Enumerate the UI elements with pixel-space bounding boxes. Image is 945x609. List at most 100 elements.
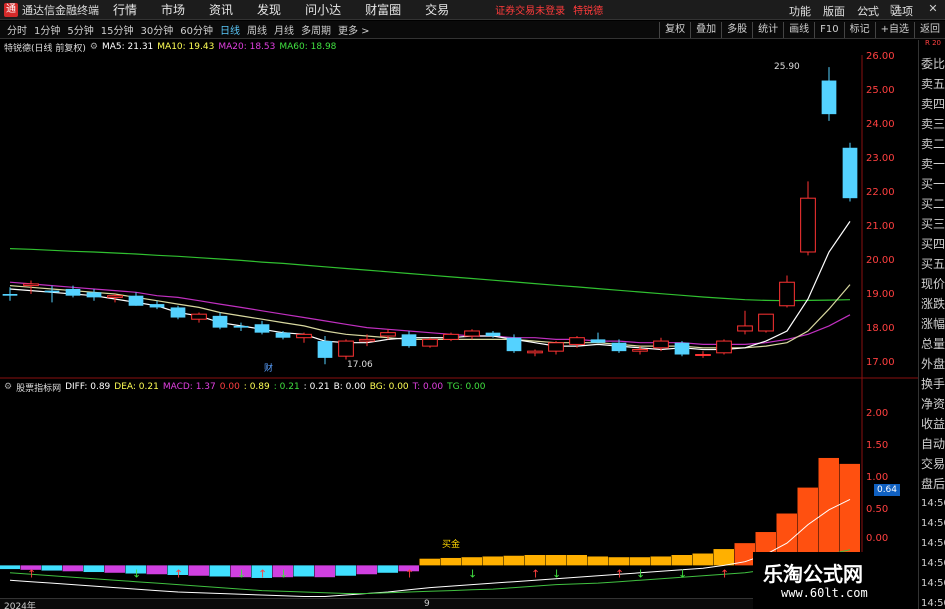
menu-quotes[interactable]: 行情	[113, 1, 137, 18]
candle-body-up	[359, 338, 375, 342]
side-item[interactable]: 涨幅	[919, 314, 945, 334]
candle-body-down	[611, 342, 627, 352]
period-more[interactable]: 更多 >	[338, 22, 370, 37]
up-arrow-icon: ↑	[405, 567, 414, 580]
mark-button[interactable]: 标记	[843, 22, 875, 38]
time-axis-month: 9	[424, 599, 430, 609]
side-item[interactable]: 自动	[919, 434, 945, 454]
candle-body-up	[422, 338, 438, 347]
candle-body-up	[191, 313, 207, 320]
ind-value-1: 0.00	[219, 382, 240, 392]
macd-bar	[314, 565, 335, 578]
period-multi[interactable]: 多周期	[301, 22, 331, 37]
period-intraday[interactable]: 分时	[7, 22, 27, 37]
period-1min[interactable]: 1分钟	[34, 22, 60, 37]
side-item[interactable]: 买四	[919, 234, 945, 254]
side-item[interactable]: 交易	[919, 454, 945, 474]
menu-wealth[interactable]: 财富圈	[365, 1, 401, 18]
adjust-button[interactable]: 复权	[659, 22, 690, 38]
chart-area[interactable]: ↓ ↓ ↓ ↓ ↓ ↓ ↓ ↑ ↑ ↑ ↑ ↑ ↑ ↑ 财 25.90 17.06 买金	[0, 55, 918, 599]
candle-body-down	[842, 147, 858, 199]
ma20-value: MA20: 18.53	[218, 42, 276, 52]
app-title: 通达信金融终端	[22, 3, 99, 17]
side-item[interactable]: 买二	[919, 194, 945, 214]
close-icon[interactable]: ✕	[926, 2, 940, 16]
price-axis-label: 23.00	[866, 153, 895, 164]
menu-layout[interactable]: 版面	[823, 3, 845, 19]
macd-bar	[0, 565, 20, 570]
menu-discover[interactable]: 发现	[257, 1, 281, 18]
candle-body-up	[380, 332, 396, 337]
side-item[interactable]: 卖五	[919, 74, 945, 94]
back-button[interactable]: 返回	[914, 22, 945, 38]
candle-body-up	[716, 340, 732, 354]
side-item[interactable]: 涨跌	[919, 294, 945, 314]
macd-bar	[503, 555, 524, 566]
main-chart-info: 特锐德(日线 前复权) ⚙ MA5: 21.31 MA10: 19.43 MA2…	[0, 40, 336, 54]
indicator-settings-icon[interactable]: ⚙	[4, 382, 12, 392]
period-15min[interactable]: 15分钟	[101, 22, 134, 37]
candle-body-down	[590, 339, 606, 343]
price-axis-label: 18.00	[866, 323, 895, 334]
indicator-axis-label: 0.50	[866, 504, 889, 515]
period-60min[interactable]: 60分钟	[180, 22, 213, 37]
up-arrow-icon: ↑	[720, 567, 729, 580]
maximize-icon[interactable]: □	[888, 2, 902, 16]
side-item[interactable]: 买三	[919, 214, 945, 234]
macd-bar	[650, 556, 671, 566]
trade-login-warning[interactable]: 证券交易未登录	[495, 2, 565, 17]
ind-value-4: : 0.21	[303, 382, 330, 392]
multi-stock-button[interactable]: 多股	[721, 22, 752, 38]
price-axis-label: 22.00	[866, 187, 895, 198]
side-item[interactable]: 现价	[919, 274, 945, 294]
candle-body-up	[23, 283, 39, 287]
overlay-button[interactable]: 叠加	[690, 22, 721, 38]
f10-button[interactable]: F10	[814, 22, 843, 38]
ind-value-2: : 0.89	[243, 382, 270, 392]
up-arrow-icon: ↑	[258, 567, 267, 580]
side-item[interactable]: 收益	[919, 414, 945, 434]
down-arrow-icon: ↓	[636, 567, 645, 580]
macd-bar	[545, 555, 566, 566]
candle-body-up	[632, 348, 648, 352]
add-watchlist-button[interactable]: +自选	[874, 22, 914, 38]
indicator-title[interactable]: 股票指标网	[16, 381, 61, 394]
candle-body-up	[779, 281, 795, 307]
side-item[interactable]: 买一	[919, 174, 945, 194]
macd-bar	[293, 565, 314, 577]
side-item[interactable]: 换手	[919, 374, 945, 394]
candle-body-up	[695, 354, 711, 357]
menu-trade[interactable]: 交易	[425, 1, 449, 18]
draw-line-button[interactable]: 画线	[783, 22, 814, 38]
side-item[interactable]: 卖二	[919, 134, 945, 154]
side-item[interactable]: 盘后	[919, 474, 945, 494]
side-item[interactable]: 卖四	[919, 94, 945, 114]
side-time: 14:50	[921, 498, 945, 509]
side-item[interactable]: 买五	[919, 254, 945, 274]
menu-ask[interactable]: 问小达	[305, 1, 341, 18]
settings-icon[interactable]: ⚙	[90, 42, 98, 52]
candle-body-up	[548, 342, 564, 352]
macd-bar	[209, 565, 230, 577]
menu-news[interactable]: 资讯	[209, 1, 233, 18]
macd-bar	[587, 556, 608, 566]
side-item[interactable]: 卖一	[919, 154, 945, 174]
cai-marker: 财	[264, 362, 273, 374]
side-item[interactable]: 委比	[919, 54, 945, 74]
side-item[interactable]: 外盘	[919, 354, 945, 374]
period-monthly[interactable]: 月线	[274, 22, 294, 37]
period-5min[interactable]: 5分钟	[67, 22, 93, 37]
side-item[interactable]: 卖三	[919, 114, 945, 134]
stats-button[interactable]: 统计	[752, 22, 783, 38]
period-30min[interactable]: 30分钟	[140, 22, 173, 37]
menu-market[interactable]: 市场	[161, 1, 185, 18]
menu-function[interactable]: 功能	[789, 3, 811, 19]
candle-body-down	[485, 332, 501, 337]
minimize-icon[interactable]: —	[858, 2, 872, 16]
period-weekly[interactable]: 周线	[247, 22, 267, 37]
watermark-url: www.60lt.com	[781, 586, 868, 600]
period-daily[interactable]: 日线	[220, 22, 240, 37]
side-item[interactable]: 总量	[919, 334, 945, 354]
side-item[interactable]: 净资	[919, 394, 945, 414]
side-panel: R 20 委比 卖五 卖四 卖三 卖二 卖一 买一 买二 买三 买四 买五 现价…	[918, 40, 945, 609]
